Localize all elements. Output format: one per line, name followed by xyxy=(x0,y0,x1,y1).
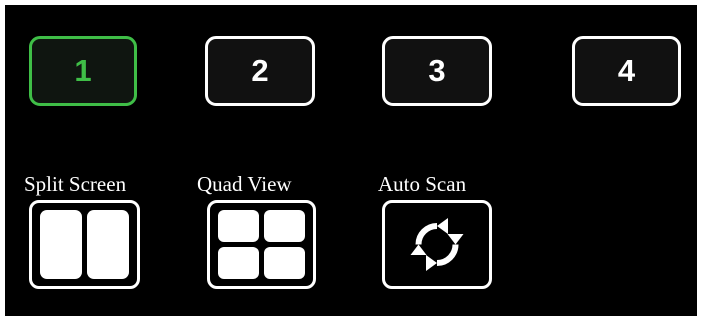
split-screen-label: Split Screen xyxy=(24,172,127,196)
quad-view-icon xyxy=(218,210,305,279)
camera-2-button[interactable]: 2 xyxy=(205,36,315,106)
rotate-arrows-icon xyxy=(410,218,464,271)
quad-view-button[interactable] xyxy=(207,200,316,289)
split-screen-button[interactable] xyxy=(29,200,140,289)
quad-view-label: Quad View xyxy=(197,172,292,196)
camera-1-label: 1 xyxy=(74,53,92,88)
camera-3-button[interactable]: 3 xyxy=(382,36,492,106)
camera-4-button[interactable]: 4 xyxy=(572,36,681,106)
camera-control-panel: 1 2 3 4 Split Screen Quad View Auto Scan xyxy=(5,5,697,316)
camera-3-label: 3 xyxy=(428,53,446,88)
auto-scan-button[interactable] xyxy=(382,200,492,289)
camera-1-button[interactable]: 1 xyxy=(29,36,137,106)
camera-4-label: 4 xyxy=(617,53,636,88)
auto-scan-label: Auto Scan xyxy=(378,172,467,196)
split-screen-icon xyxy=(40,210,129,279)
camera-2-label: 2 xyxy=(251,53,269,88)
